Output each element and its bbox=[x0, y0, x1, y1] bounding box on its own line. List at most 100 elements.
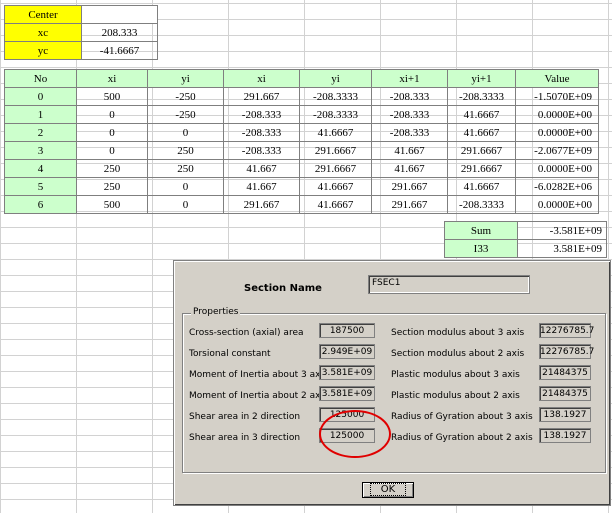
table-row: 4 250 250 41.667 291.6667 41.667 291.666… bbox=[4, 159, 599, 178]
section-modulus-3-label: Section modulus about 3 axis bbox=[391, 328, 525, 338]
ok-button[interactable]: OK bbox=[362, 482, 414, 498]
table-cell[interactable]: -208.333 bbox=[223, 141, 300, 160]
xc-label-cell[interactable]: xc bbox=[4, 23, 82, 42]
table-cell[interactable]: 291.667 bbox=[371, 195, 448, 214]
yc-label-cell[interactable]: yc bbox=[4, 41, 82, 60]
row-no-cell[interactable]: 2 bbox=[4, 123, 77, 142]
header-value[interactable]: Value bbox=[515, 69, 599, 88]
shear-area-2-value: 125000 bbox=[319, 407, 375, 422]
table-cell[interactable]: 0.0000E+00 bbox=[515, 195, 599, 214]
table-cell[interactable]: 41.667 bbox=[371, 159, 448, 178]
table-cell[interactable]: 500 bbox=[76, 87, 148, 106]
table-cell[interactable]: 500 bbox=[76, 195, 148, 214]
plastic-modulus-2-value: 21484375 bbox=[539, 386, 591, 401]
header-yi-plus-1[interactable]: yi+1 bbox=[447, 69, 516, 88]
table-cell[interactable]: 0.0000E+00 bbox=[515, 123, 599, 142]
table-cell[interactable]: 0.0000E+00 bbox=[515, 105, 599, 124]
table-cell[interactable]: 250 bbox=[147, 141, 224, 160]
header-xi[interactable]: xi bbox=[76, 69, 148, 88]
table-cell[interactable]: 0 bbox=[76, 141, 148, 160]
table-cell[interactable]: 250 bbox=[147, 159, 224, 178]
table-cell[interactable]: 0 bbox=[147, 177, 224, 196]
table-cell[interactable]: 0.0000E+00 bbox=[515, 159, 599, 178]
radius-gyration-2-label: Radius of Gyration about 2 axis bbox=[391, 433, 533, 443]
table-cell[interactable]: -208.333 bbox=[371, 87, 448, 106]
plastic-modulus-2-label: Plastic modulus about 2 axis bbox=[391, 391, 520, 401]
shear-area-3-label: Shear area in 3 direction bbox=[189, 433, 301, 443]
table-cell[interactable]: 0 bbox=[147, 123, 224, 142]
center-empty-cell[interactable] bbox=[81, 5, 158, 24]
yc-value-cell[interactable]: -41.6667 bbox=[81, 41, 158, 60]
table-cell[interactable]: 291.6667 bbox=[447, 141, 516, 160]
table-row: 2 0 0 -208.333 41.6667 -208.333 41.6667 … bbox=[4, 123, 599, 142]
section-modulus-2-value: 12276785.7 bbox=[539, 344, 594, 359]
table-cell[interactable]: 41.6667 bbox=[299, 123, 372, 142]
section-modulus-3-value: 12276785.7 bbox=[539, 323, 594, 338]
table-cell[interactable]: -6.0282E+06 bbox=[515, 177, 599, 196]
table-cell[interactable]: -2.0677E+09 bbox=[515, 141, 599, 160]
table-cell[interactable]: -208.333 bbox=[371, 123, 448, 142]
header-yi-centroid[interactable]: yi bbox=[299, 69, 372, 88]
table-row: 6 500 0 291.667 41.6667 291.667 -208.333… bbox=[4, 195, 599, 214]
row-no-cell[interactable]: 3 bbox=[4, 141, 77, 160]
table-cell[interactable]: -208.333 bbox=[371, 105, 448, 124]
radius-gyration-2-value: 138.1927 bbox=[539, 428, 591, 443]
table-cell[interactable]: 41.6667 bbox=[299, 195, 372, 214]
row-no-cell[interactable]: 4 bbox=[4, 159, 77, 178]
xc-value-cell[interactable]: 208.333 bbox=[81, 23, 158, 42]
radius-gyration-3-label: Radius of Gyration about 3 axis bbox=[391, 412, 533, 422]
table-cell[interactable]: 0 bbox=[76, 123, 148, 142]
table-cell[interactable]: 291.6667 bbox=[299, 159, 372, 178]
table-cell[interactable]: 250 bbox=[76, 159, 148, 178]
table-cell[interactable]: -250 bbox=[147, 105, 224, 124]
torsional-constant-value: 2.949E+09 bbox=[319, 344, 375, 359]
table-cell[interactable]: -208.3333 bbox=[447, 87, 516, 106]
row-no-cell[interactable]: 1 bbox=[4, 105, 77, 124]
table-row: 1 0 -250 -208.333 -208.3333 -208.333 41.… bbox=[4, 105, 599, 124]
table-cell[interactable]: 291.667 bbox=[371, 177, 448, 196]
table-cell[interactable]: -208.333 bbox=[223, 123, 300, 142]
axial-area-label: Cross-section (axial) area bbox=[189, 328, 304, 338]
section-name-field[interactable]: FSEC1 bbox=[368, 275, 530, 294]
table-cell[interactable]: 0 bbox=[147, 195, 224, 214]
row-no-cell[interactable]: 6 bbox=[4, 195, 77, 214]
header-xi-plus-1[interactable]: xi+1 bbox=[371, 69, 448, 88]
i33-label-cell[interactable]: I33 bbox=[444, 239, 518, 258]
table-cell[interactable]: -208.3333 bbox=[299, 87, 372, 106]
table-cell[interactable]: 41.6667 bbox=[447, 105, 516, 124]
table-cell[interactable]: -1.5070E+09 bbox=[515, 87, 599, 106]
table-cell[interactable]: 291.667 bbox=[223, 195, 300, 214]
moment-inertia-3-value: 3.581E+09 bbox=[319, 365, 375, 380]
table-cell[interactable]: 291.6667 bbox=[299, 141, 372, 160]
axial-area-value: 187500 bbox=[319, 323, 375, 338]
table-cell[interactable]: 41.667 bbox=[223, 159, 300, 178]
table-cell[interactable]: -208.333 bbox=[223, 105, 300, 124]
properties-group: Properties Cross-section (axial) area 18… bbox=[182, 307, 606, 473]
sum-value-cell[interactable]: -3.581E+09 bbox=[517, 221, 607, 240]
table-cell[interactable]: -250 bbox=[147, 87, 224, 106]
table-cell[interactable]: 291.6667 bbox=[447, 159, 516, 178]
center-header-cell[interactable]: Center bbox=[4, 5, 82, 24]
table-cell[interactable]: 41.6667 bbox=[299, 177, 372, 196]
coordinate-table: No xi yi xi yi xi+1 yi+1 Value 0 500 -25… bbox=[4, 69, 599, 214]
header-no[interactable]: No bbox=[4, 69, 77, 88]
table-cell[interactable]: 250 bbox=[76, 177, 148, 196]
i33-value-cell[interactable]: 3.581E+09 bbox=[517, 239, 607, 258]
table-cell[interactable]: 41.667 bbox=[223, 177, 300, 196]
header-yi[interactable]: yi bbox=[147, 69, 224, 88]
table-cell[interactable]: -208.3333 bbox=[447, 195, 516, 214]
table-cell[interactable]: 291.667 bbox=[223, 87, 300, 106]
table-row: 3 0 250 -208.333 291.6667 41.667 291.666… bbox=[4, 141, 599, 160]
table-cell[interactable]: 0 bbox=[76, 105, 148, 124]
moment-inertia-2-value: 3.581E+09 bbox=[319, 386, 375, 401]
table-row: 5 250 0 41.667 41.6667 291.667 41.6667 -… bbox=[4, 177, 599, 196]
table-cell[interactable]: -208.3333 bbox=[299, 105, 372, 124]
header-xi-centroid[interactable]: xi bbox=[223, 69, 300, 88]
table-cell[interactable]: 41.6667 bbox=[447, 177, 516, 196]
table-cell[interactable]: 41.6667 bbox=[447, 123, 516, 142]
section-properties-dialog: Section Name FSEC1 Properties Cross-sect… bbox=[173, 260, 611, 506]
sum-label-cell[interactable]: Sum bbox=[444, 221, 518, 240]
table-cell[interactable]: 41.667 bbox=[371, 141, 448, 160]
row-no-cell[interactable]: 0 bbox=[4, 87, 77, 106]
row-no-cell[interactable]: 5 bbox=[4, 177, 77, 196]
